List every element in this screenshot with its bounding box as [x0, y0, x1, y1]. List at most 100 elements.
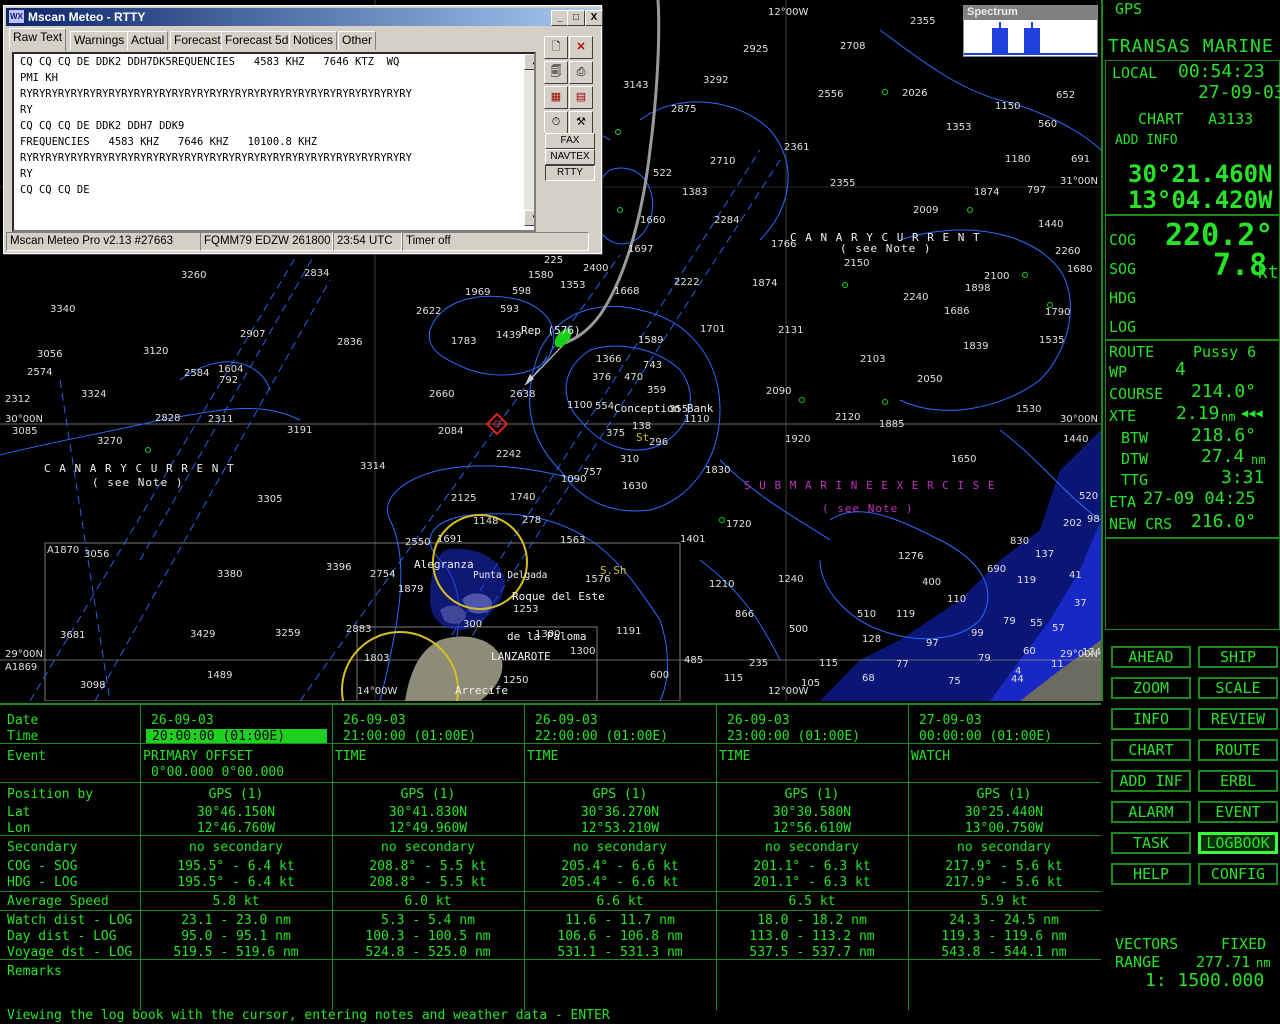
logbook-lon-cell: 12°46.760W	[196, 821, 276, 836]
export-icon[interactable]: ▤	[569, 86, 593, 109]
scale-button[interactable]: SCALE	[1198, 677, 1278, 699]
logbook-lat-cell: 30°30.580N	[772, 805, 852, 820]
depth-sounding: 2355	[830, 178, 856, 189]
logbook-lat-cell: 30°36.270N	[580, 805, 660, 820]
tab-notices[interactable]: Notices	[289, 31, 338, 50]
scroll-down-icon[interactable]: ▼	[524, 210, 534, 226]
logbook-hdg-cell: 201.1° - 6.3 kt	[753, 875, 871, 890]
logbook-row-label: COG - SOG	[7, 859, 78, 874]
depth-sounding: 1148	[473, 516, 499, 527]
lon-12-bottom: 12°00W	[768, 686, 809, 697]
depth-sounding: 598	[512, 286, 532, 297]
depth-sounding: 119	[896, 609, 916, 620]
add-inf-button[interactable]: ADD INF	[1111, 770, 1191, 792]
logbook-avg-cell: 6.0 kt	[404, 894, 452, 909]
depth-sounding: 1740	[510, 492, 536, 503]
text-scrollbar[interactable]: ▲ ▼	[524, 54, 534, 226]
tab-actual[interactable]: Actual	[127, 31, 169, 50]
canary-current-note-east: ( see Note )	[840, 242, 932, 255]
depth-sounding: 1401	[680, 534, 706, 545]
tab-raw-text[interactable]: Raw Text	[9, 28, 67, 51]
depth-sounding: 690	[987, 564, 1007, 575]
depth-sounding: 2131	[778, 325, 804, 336]
logbook-avg-cell: 5.9 kt	[980, 894, 1028, 909]
depth-sounding: 3191	[287, 425, 313, 436]
tab-forecast-5d[interactable]: Forecast 5d	[221, 31, 293, 50]
navtex-button[interactable]: NAVTEX	[545, 149, 595, 165]
tab-warnings[interactable]: Warnings	[70, 31, 129, 50]
depth-sounding: 1110	[684, 414, 710, 425]
depth-sounding: 1630	[622, 481, 648, 492]
logbook-row-label: Voyage dst - LOG	[7, 945, 133, 960]
local-time: 00:54:23	[1178, 61, 1265, 82]
depth-sounding: 68	[862, 673, 875, 684]
logbook-time-cell[interactable]: 00:00:00 (01:00E)	[919, 729, 1052, 744]
logbook-lon-cell: 13°00.750W	[964, 821, 1044, 836]
tab-other[interactable]: Other	[338, 31, 377, 50]
alarm-button[interactable]: ALARM	[1111, 801, 1191, 823]
chart-button[interactable]: CHART	[1111, 739, 1191, 761]
depth-sounding: 866	[735, 609, 755, 620]
save-icon[interactable]: ▦	[544, 86, 568, 109]
tools-icon[interactable]: ⚒	[569, 111, 593, 134]
depth-sounding: 1563	[560, 535, 586, 546]
raw-text-area[interactable]: CQ CQ CQ DE DDK2 DDH7DK5REQUENCIES 4583 …	[12, 52, 536, 232]
logbook-time-cell[interactable]: 20:00:00 (01:00E)	[146, 729, 327, 744]
range-value: 277.71	[1196, 953, 1251, 971]
logbook-button[interactable]: LOGBOOK	[1198, 832, 1278, 854]
logbook-time-cell[interactable]: 23:00:00 (01:00E)	[727, 729, 860, 744]
depth-sounding: 743	[643, 360, 663, 371]
lat-30-left: 30°00N	[5, 414, 43, 425]
depth-sounding: 98	[1087, 514, 1100, 525]
logbook-event2-cell: 0°00.000 0°00.000	[151, 765, 285, 780]
info-button[interactable]: INFO	[1111, 708, 1191, 730]
depth-sounding: 2907	[240, 329, 266, 340]
mscan-meteo-window[interactable]: WX Mscan Meteo - RTTY _ □ X Raw Text War…	[3, 5, 603, 254]
fax-button[interactable]: FAX	[545, 133, 595, 149]
route-button[interactable]: ROUTE	[1198, 739, 1278, 761]
scroll-up-icon[interactable]: ▲	[524, 54, 534, 70]
delete-icon[interactable]: ✕	[569, 36, 593, 59]
submarine-exercise-label: S U B M A R I N E E X E R C I S E	[744, 479, 996, 492]
depth-sounding: 3260	[181, 270, 207, 281]
logbook-time-cell[interactable]: 22:00:00 (01:00E)	[535, 729, 668, 744]
depth-sounding: 1589	[638, 335, 664, 346]
tab-forecast[interactable]: Forecast	[170, 31, 225, 50]
logbook-time-cell[interactable]: 21:00:00 (01:00E)	[343, 729, 476, 744]
review-button[interactable]: REVIEW	[1198, 708, 1278, 730]
maximize-button[interactable]: □	[567, 10, 585, 26]
timer-icon[interactable]: ⏱	[544, 111, 568, 134]
config-button[interactable]: CONFIG	[1198, 863, 1278, 885]
help-button[interactable]: HELP	[1111, 863, 1191, 885]
print-icon[interactable]: ⎙	[569, 61, 593, 84]
depth-sounding: 99	[971, 628, 984, 639]
rtty-button[interactable]: RTTY	[545, 165, 595, 181]
depth-sounding: 2622	[416, 306, 442, 317]
conception-bank-label: Conception Bank	[614, 402, 714, 415]
depth-sounding: 2150	[844, 258, 870, 269]
task-button[interactable]: TASK	[1111, 832, 1191, 854]
depth-sounding: 2875	[671, 104, 697, 115]
add-info-label[interactable]: ADD INFO	[1115, 133, 1178, 148]
depth-sounding: 310	[620, 454, 640, 465]
logbook-sec-cell: no secondary	[381, 840, 475, 855]
logbook-cog-cell: 205.4° - 6.6 kt	[561, 859, 679, 874]
depth-sounding: 4	[1015, 666, 1022, 677]
raw-text-line: RYRYRYRYRYRYRYRYRYRYRYRYRYRYRYRYRYRYRYRY…	[20, 88, 412, 100]
new-doc-icon[interactable]: 🗋	[544, 36, 568, 59]
depth-sounding: 2103	[860, 354, 886, 365]
wp-value: 4	[1175, 359, 1186, 380]
ship-button[interactable]: SHIP	[1198, 646, 1278, 668]
event-button[interactable]: EVENT	[1198, 801, 1278, 823]
logbook-table[interactable]: Date Time Event Position by Lat Lon Secondary C…	[0, 703, 1101, 1010]
zoom-button[interactable]: ZOOM	[1111, 677, 1191, 699]
depth-sounding: 3292	[703, 75, 729, 86]
logbook-hdg-cell: 217.9° - 5.6 kt	[945, 875, 1063, 890]
brand-label: TRANSAS MARINE	[1108, 36, 1274, 57]
erbl-button[interactable]: ERBL	[1198, 770, 1278, 792]
close-button[interactable]: X	[585, 10, 603, 26]
copy-icon[interactable]: 🗐	[544, 61, 568, 84]
ahead-button[interactable]: AHEAD	[1111, 646, 1191, 668]
mscan-titlebar[interactable]: WX Mscan Meteo - RTTY _ □ X	[6, 8, 603, 26]
eta-label: ETA	[1109, 493, 1137, 511]
